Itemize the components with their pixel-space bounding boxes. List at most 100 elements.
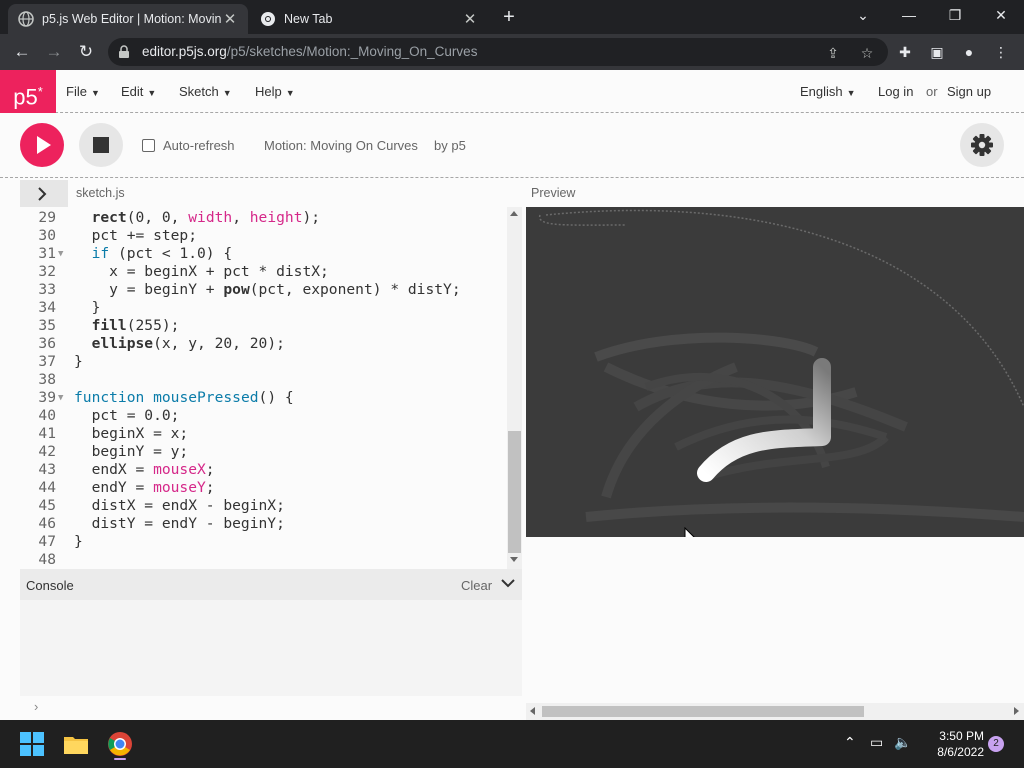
code-text[interactable]: pct = 0.0; [74, 407, 180, 425]
system-clock[interactable]: 3:50 PM 8/6/2022 [920, 728, 984, 760]
code-line[interactable]: 41 beginX = x; [20, 425, 508, 443]
code-line[interactable]: 35 fill(255); [20, 317, 508, 335]
scrollbar-thumb[interactable] [508, 431, 521, 553]
fold-marker-icon[interactable]: ▼ [58, 245, 63, 263]
address-bar[interactable]: editor.p5js.org/p5/sketches/Motion:_Movi… [108, 38, 888, 66]
fold-marker-icon[interactable]: ▼ [58, 389, 63, 407]
sidebar-toggle[interactable] [20, 180, 68, 208]
code-line[interactable]: 34 } [20, 299, 508, 317]
console-clear-button[interactable]: Clear [461, 578, 492, 593]
code-line[interactable]: 42 beginY = y; [20, 443, 508, 461]
code-line[interactable]: 47} [20, 533, 508, 551]
minimize-icon[interactable]: — [886, 4, 932, 30]
code-line[interactable]: 29 rect(0, 0, width, height); [20, 209, 508, 227]
code-text[interactable]: distX = endX - beginX; [74, 497, 285, 515]
code-line[interactable]: 32 x = beginX + pct * distX; [20, 263, 508, 281]
editor-scrollbar[interactable] [507, 207, 522, 569]
sketch-name[interactable]: Motion: Moving On Curves [264, 138, 418, 153]
notification-badge[interactable]: 2 [988, 736, 1004, 752]
network-icon[interactable]: ▭ [870, 734, 883, 751]
code-text[interactable]: x = beginX + pct * distX; [74, 263, 329, 281]
tab-search-chevron-icon[interactable]: ⌄ [840, 4, 886, 30]
console-input[interactable]: › [20, 696, 522, 720]
chevron-down-icon[interactable] [500, 575, 516, 591]
menu-edit[interactable]: Edit ▼ [121, 84, 156, 99]
code-line[interactable]: 37} [20, 353, 508, 371]
tab-new-tab[interactable]: New Tab ✕ [250, 4, 488, 34]
code-line[interactable]: 44 endY = mouseY; [20, 479, 508, 497]
restore-icon[interactable]: ❐ [932, 4, 978, 30]
profile-icon[interactable]: ● [960, 43, 978, 61]
tab-close-icon[interactable]: ✕ [462, 10, 478, 28]
extensions-icon[interactable]: ✚ [896, 43, 914, 61]
line-number: 35 [38, 317, 56, 334]
code-text[interactable]: endX = mouseX; [74, 461, 215, 479]
code-text[interactable]: ellipse(x, y, 20, 20); [74, 335, 285, 353]
chrome-icon[interactable] [104, 728, 136, 760]
signup-link[interactable]: Sign up [947, 84, 991, 99]
code-line[interactable]: 45 distX = endX - beginX; [20, 497, 508, 515]
tab-close-icon[interactable]: ✕ [222, 10, 238, 28]
code-line[interactable]: 31 ▼ if (pct < 1.0) { [20, 245, 508, 263]
more-menu-icon[interactable]: ⋮ [992, 43, 1010, 61]
new-tab-icon[interactable]: + [498, 6, 520, 29]
code-line[interactable]: 36 ellipse(x, y, 20, 20); [20, 335, 508, 353]
sketch-owner[interactable]: by p5 [434, 138, 466, 153]
scroll-down-icon[interactable] [510, 557, 518, 562]
chevron-up-icon[interactable]: ⌃ [844, 734, 856, 751]
line-number: 39 [38, 389, 56, 406]
code-text[interactable]: distY = endY - beginY; [74, 515, 285, 533]
file-name[interactable]: sketch.js [76, 186, 125, 200]
code-line[interactable]: 40 pct = 0.0; [20, 407, 508, 425]
tab-p5-editor[interactable]: p5.js Web Editor | Motion: Moving On Cur… [8, 4, 248, 34]
code-text[interactable]: endY = mouseY; [74, 479, 215, 497]
code-line[interactable]: 39 ▼ function mousePressed() { [20, 389, 508, 407]
code-text[interactable]: fill(255); [74, 317, 180, 335]
code-text[interactable]: function mousePressed() { [74, 389, 294, 407]
stop-button[interactable] [79, 123, 123, 167]
settings-button[interactable] [960, 123, 1004, 167]
bookmark-star-icon[interactable]: ☆ [858, 44, 876, 62]
scroll-up-icon[interactable] [510, 211, 518, 216]
code-text[interactable]: } [74, 353, 83, 371]
scroll-right-icon[interactable] [1014, 707, 1019, 715]
share-icon[interactable]: ⇪ [824, 44, 842, 62]
menu-sketch[interactable]: Sketch ▼ [179, 84, 232, 99]
language-select[interactable]: English ▼ [800, 84, 856, 99]
preview-horizontal-scrollbar[interactable] [526, 703, 1024, 720]
code-lines[interactable]: 29 rect(0, 0, width, height); 30 pct += s… [20, 209, 508, 569]
code-text[interactable]: } [74, 299, 101, 317]
code-line[interactable]: 48 [20, 551, 508, 569]
code-text[interactable]: rect(0, 0, width, height); [74, 209, 320, 227]
code-line[interactable]: 30 pct += step; [20, 227, 508, 245]
p5-logo[interactable]: p5* [0, 70, 56, 113]
code-line[interactable]: 43 endX = mouseX; [20, 461, 508, 479]
volume-icon[interactable]: 🔈 [894, 734, 911, 751]
windows-start-icon[interactable] [16, 728, 48, 760]
back-arrow-icon[interactable]: ← [10, 41, 34, 63]
code-text[interactable]: pct += step; [74, 227, 197, 245]
scroll-left-icon[interactable] [530, 707, 535, 715]
code-text[interactable]: y = beginY + pow(pct, exponent) * distY; [74, 281, 460, 299]
code-text[interactable]: if (pct < 1.0) { [74, 245, 233, 263]
auto-refresh-checkbox[interactable] [142, 139, 155, 152]
play-button[interactable] [20, 123, 64, 167]
scrollbar-thumb[interactable] [542, 706, 864, 717]
menu-file[interactable]: File ▼ [66, 84, 100, 99]
login-link[interactable]: Log in [878, 84, 913, 99]
window-close-icon[interactable]: ✕ [978, 4, 1024, 30]
code-line[interactable]: 46 distY = endY - beginY; [20, 515, 508, 533]
code-editor[interactable]: 29 rect(0, 0, width, height); 30 pct += s… [20, 207, 522, 569]
auto-refresh-toggle[interactable]: Auto-refresh [142, 138, 235, 153]
reload-icon[interactable]: ↻ [74, 41, 98, 63]
menu-help[interactable]: Help ▼ [255, 84, 295, 99]
side-panel-icon[interactable]: ▣ [928, 43, 946, 61]
file-explorer-icon[interactable] [60, 728, 92, 760]
code-line[interactable]: 38 [20, 371, 508, 389]
code-text[interactable]: } [74, 533, 83, 551]
code-line[interactable]: 33 y = beginY + pow(pct, exponent) * dis… [20, 281, 508, 299]
code-text[interactable]: beginX = x; [74, 425, 189, 443]
logo-text: p5 [13, 84, 38, 110]
forward-arrow-icon[interactable]: → [42, 41, 66, 63]
code-text[interactable]: beginY = y; [74, 443, 189, 461]
